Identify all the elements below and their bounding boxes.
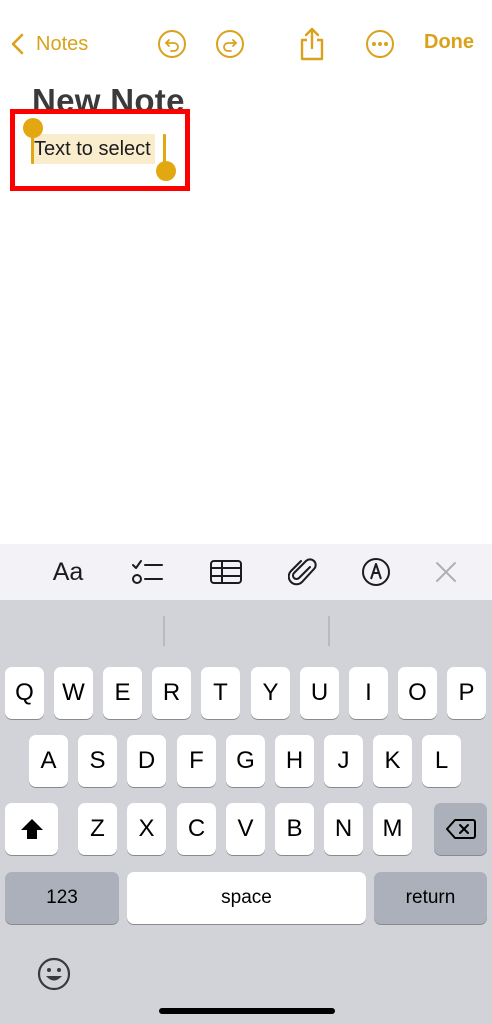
redo-icon (223, 39, 237, 52)
numbers-key[interactable]: 123 (5, 872, 119, 924)
key-n[interactable]: N (324, 803, 363, 855)
redo-button[interactable] (216, 30, 244, 58)
attachment-button[interactable] (283, 544, 323, 600)
home-indicator[interactable] (159, 1008, 335, 1014)
key-a[interactable]: A (29, 735, 68, 787)
key-v[interactable]: V (226, 803, 265, 855)
markup-button[interactable] (356, 544, 396, 600)
more-button[interactable] (366, 30, 394, 58)
suggestion-divider (163, 616, 165, 646)
key-o[interactable]: O (398, 667, 437, 719)
delete-icon (445, 819, 476, 839)
key-c[interactable]: C (177, 803, 216, 855)
space-key[interactable]: space (127, 872, 366, 924)
key-z[interactable]: Z (78, 803, 117, 855)
key-d[interactable]: D (127, 735, 166, 787)
attachment-icon (288, 558, 317, 586)
table-button[interactable] (206, 544, 246, 600)
checklist-button[interactable] (127, 544, 167, 600)
checklist-icon (132, 560, 163, 584)
shift-icon (20, 819, 43, 839)
return-key[interactable]: return (374, 872, 487, 924)
selected-text[interactable]: Text to select (33, 134, 155, 164)
table-icon (210, 560, 242, 584)
key-f[interactable]: F (177, 735, 216, 787)
undo-button[interactable] (158, 30, 186, 58)
shift-key[interactable] (5, 803, 58, 855)
key-g[interactable]: G (226, 735, 265, 787)
key-u[interactable]: U (300, 667, 339, 719)
text-format-icon: Aa (52, 557, 84, 586)
selection-start-handle[interactable] (23, 118, 43, 138)
key-k[interactable]: K (373, 735, 412, 787)
chevron-left-icon (11, 33, 24, 55)
back-button[interactable]: Notes (8, 28, 88, 60)
suggestion-divider (328, 616, 330, 646)
delete-key[interactable] (434, 803, 487, 855)
text-format-button[interactable]: Aa (48, 544, 88, 600)
key-x[interactable]: X (127, 803, 166, 855)
key-e[interactable]: E (103, 667, 142, 719)
emoji-button[interactable] (36, 956, 72, 992)
key-m[interactable]: M (373, 803, 412, 855)
formatting-toolbar: Aa (0, 544, 492, 600)
key-h[interactable]: H (275, 735, 314, 787)
emoji-icon (37, 957, 71, 991)
key-b[interactable]: B (275, 803, 314, 855)
close-icon (436, 562, 456, 582)
key-i[interactable]: I (349, 667, 388, 719)
share-button[interactable] (296, 26, 328, 62)
key-w[interactable]: W (54, 667, 93, 719)
key-r[interactable]: R (152, 667, 191, 719)
close-toolbar-button[interactable] (428, 544, 464, 600)
key-q[interactable]: Q (5, 667, 44, 719)
key-s[interactable]: S (78, 735, 117, 787)
key-l[interactable]: L (422, 735, 461, 787)
back-label: Notes (36, 32, 89, 55)
key-j[interactable]: J (324, 735, 363, 787)
key-y[interactable]: Y (251, 667, 290, 719)
key-t[interactable]: T (201, 667, 240, 719)
undo-icon (165, 39, 179, 52)
done-button[interactable]: Done (424, 31, 474, 54)
key-p[interactable]: P (447, 667, 486, 719)
ellipsis-icon (372, 42, 388, 46)
share-icon (300, 27, 324, 61)
keyboard: Q W E R T Y U I O P A S D F G H J K L Z … (0, 600, 492, 1024)
markup-icon (362, 558, 390, 586)
selection-end-handle[interactable] (156, 161, 176, 181)
